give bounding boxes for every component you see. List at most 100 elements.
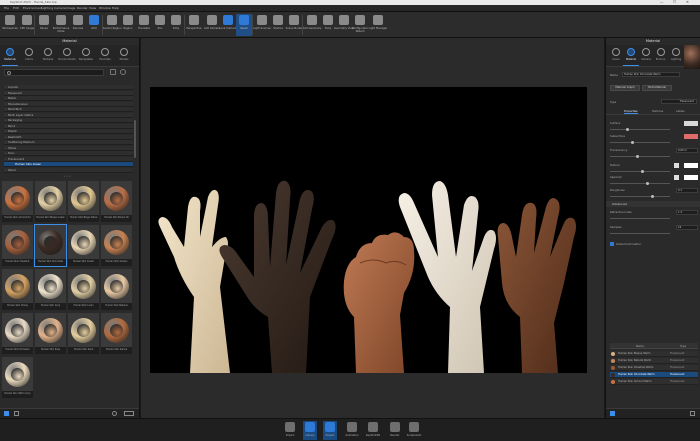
expand-arrow-icon[interactable]: › xyxy=(5,152,6,155)
scene-material-row[interactable]: Human Skin Bisque Warm Translucent xyxy=(610,351,698,357)
tree-item[interactable]: › Miscellaneous xyxy=(4,101,133,107)
pause-button[interactable]: Pause xyxy=(36,14,52,36)
geometry-button[interactable]: Add Geometry xyxy=(303,14,321,36)
denoise-button[interactable]: Denoise xyxy=(70,14,86,36)
texture-slot[interactable] xyxy=(674,163,679,168)
material-thumbnail[interactable]: Human Skin Rose xyxy=(35,313,66,354)
menu-image[interactable]: Image xyxy=(66,5,75,12)
column-name[interactable]: Name xyxy=(636,344,644,348)
tools-button[interactable]: Tools xyxy=(320,14,336,36)
tab-scene[interactable]: Scene xyxy=(608,46,624,66)
property-slider[interactable] xyxy=(610,171,670,172)
expand-arrow-icon[interactable]: › xyxy=(5,103,6,106)
expand-arrow-icon[interactable]: › xyxy=(5,119,6,122)
move-button[interactable]: Translate xyxy=(136,14,152,36)
tree-item[interactable]: › Multi Layer Optics xyxy=(4,112,133,118)
tab-lighting[interactable]: Lighting xyxy=(668,46,684,66)
camera-button[interactable]: Add Camera xyxy=(204,14,220,36)
texture-slot[interactable] xyxy=(674,175,679,180)
material-thumbnail[interactable]: Human Skin Golden xyxy=(101,225,132,266)
material-thumbnail[interactable]: Human Skin Warm Ivory xyxy=(2,357,33,398)
expand-arrow-icon[interactable]: › xyxy=(5,114,6,117)
expand-arrow-icon[interactable]: › xyxy=(5,147,6,150)
menu-environment[interactable]: Environment xyxy=(23,5,42,12)
color-swatch[interactable] xyxy=(684,121,698,126)
tree-item[interactable]: › Toon xyxy=(4,151,133,157)
property-value-field[interactable]: 1.3 xyxy=(676,210,698,215)
cpu-button[interactable]: CPU Usage xyxy=(19,14,35,36)
expand-arrow-icon[interactable]: › xyxy=(5,130,6,133)
column-type[interactable]: Type xyxy=(680,344,686,348)
property-slider[interactable] xyxy=(610,218,670,219)
tree-item[interactable]: › Wood xyxy=(4,167,133,173)
project-button[interactable]: Project xyxy=(323,421,337,440)
material-thumbnail[interactable]: Human Skin Chestnut xyxy=(2,225,33,266)
expand-arrow-icon[interactable]: › xyxy=(5,141,6,144)
expand-arrow-icon[interactable]: › xyxy=(5,92,6,95)
material-thumbnail[interactable]: Human Skin Ivory xyxy=(35,269,66,310)
expand-arrow-icon[interactable]: › xyxy=(5,97,6,100)
list-view-icon[interactable] xyxy=(610,411,615,416)
lock-button[interactable]: Lock Camera xyxy=(220,14,236,36)
tab-environ[interactable]: Environ. xyxy=(653,46,669,66)
tab-labels[interactable]: Labels xyxy=(676,109,685,113)
tree-item[interactable]: › Packaging xyxy=(4,118,133,124)
menu-window[interactable]: Window xyxy=(99,5,111,12)
property-slider[interactable] xyxy=(610,196,670,197)
material-type-select[interactable]: Translucent xyxy=(661,99,697,104)
advanced-section-header[interactable]: Advanced xyxy=(606,201,700,207)
property-value-field[interactable]: 0.1 xyxy=(676,188,698,193)
thumbnail-size-icon[interactable] xyxy=(124,411,134,416)
tab-backplates[interactable]: Backplates xyxy=(78,46,94,66)
slider-handle[interactable] xyxy=(646,182,649,185)
nodes-button[interactable]: Scene Nodes xyxy=(286,14,302,36)
material-graph-button[interactable]: Material Graph xyxy=(610,85,640,91)
light-button[interactable]: Light Sources xyxy=(253,14,271,36)
expand-arrow-icon[interactable]: › xyxy=(5,169,6,172)
perspective-button[interactable]: Perspective xyxy=(186,14,202,36)
expand-arrow-icon[interactable]: › xyxy=(5,108,6,111)
tree-item[interactable]: › Plastic xyxy=(4,129,133,135)
scene-material-row[interactable]: Human Skin Almond Warm Translucent xyxy=(610,379,698,385)
render-viewport[interactable] xyxy=(141,38,604,418)
slider-handle[interactable] xyxy=(651,195,654,198)
tree-item[interactable]: › Scattering Medium xyxy=(4,140,133,146)
tree-item[interactable]: › Measured xyxy=(4,90,133,96)
dolly-button[interactable]: Dolly xyxy=(168,14,184,36)
color-swatch[interactable] xyxy=(684,175,698,180)
material-thumbnail[interactable]: Human Skin Cream xyxy=(68,225,99,266)
pan-button[interactable]: Pan xyxy=(152,14,168,36)
property-slider[interactable] xyxy=(610,183,670,184)
material-name-field[interactable]: Human Skin Chocolate Warm xyxy=(622,72,680,77)
slider-handle[interactable] xyxy=(631,141,634,144)
performance-button[interactable]: Performance Mode xyxy=(53,14,69,36)
menu-file[interactable]: File xyxy=(4,5,9,12)
tree-item[interactable]: › RealCloth xyxy=(4,134,133,140)
material-thumbnail[interactable]: Human Skin Bisque Green xyxy=(35,181,66,222)
animation-button[interactable]: Animation xyxy=(345,421,359,440)
material-thumbnail[interactable]: Human Skin Brown Oil xyxy=(101,181,132,222)
menu-render[interactable]: Render xyxy=(77,5,88,12)
material-thumbnail[interactable]: Human Skin Linen xyxy=(68,269,99,310)
grid-view-icon[interactable] xyxy=(110,69,116,75)
expand-arrow-icon[interactable]: › xyxy=(5,125,6,128)
scene-material-row[interactable]: Human Skin Chocolate Warm Translucent xyxy=(610,372,698,378)
import-button[interactable]: Import xyxy=(283,421,297,440)
tab-properties[interactable]: Properties xyxy=(624,109,638,114)
property-slider[interactable] xyxy=(610,233,670,234)
global-illumination-checkbox[interactable] xyxy=(610,242,614,246)
color-swatch[interactable] xyxy=(684,134,698,139)
screenshot-button[interactable]: Screenshot xyxy=(407,421,421,440)
studio-button[interactable]: Studios xyxy=(270,14,286,36)
tab-materials[interactable]: Materials xyxy=(2,46,18,66)
workspaces-button[interactable]: Workspaces xyxy=(2,14,18,36)
menu-view[interactable]: View xyxy=(89,5,96,12)
material-thumbnail[interactable]: Human Skin Sand xyxy=(68,313,99,354)
material-thumbnail[interactable]: Human Skin Almond Oil xyxy=(2,181,33,222)
material-thumbnail[interactable]: Human Skin Beige Yellow xyxy=(68,181,99,222)
tree-item[interactable]: › Translucent xyxy=(4,156,133,162)
library-button[interactable]: Library xyxy=(303,421,317,440)
property-value-field[interactable]: 16 xyxy=(676,225,698,230)
property-slider[interactable] xyxy=(610,129,670,130)
wizard-button[interactable]: Configurator Wizard xyxy=(352,14,368,36)
